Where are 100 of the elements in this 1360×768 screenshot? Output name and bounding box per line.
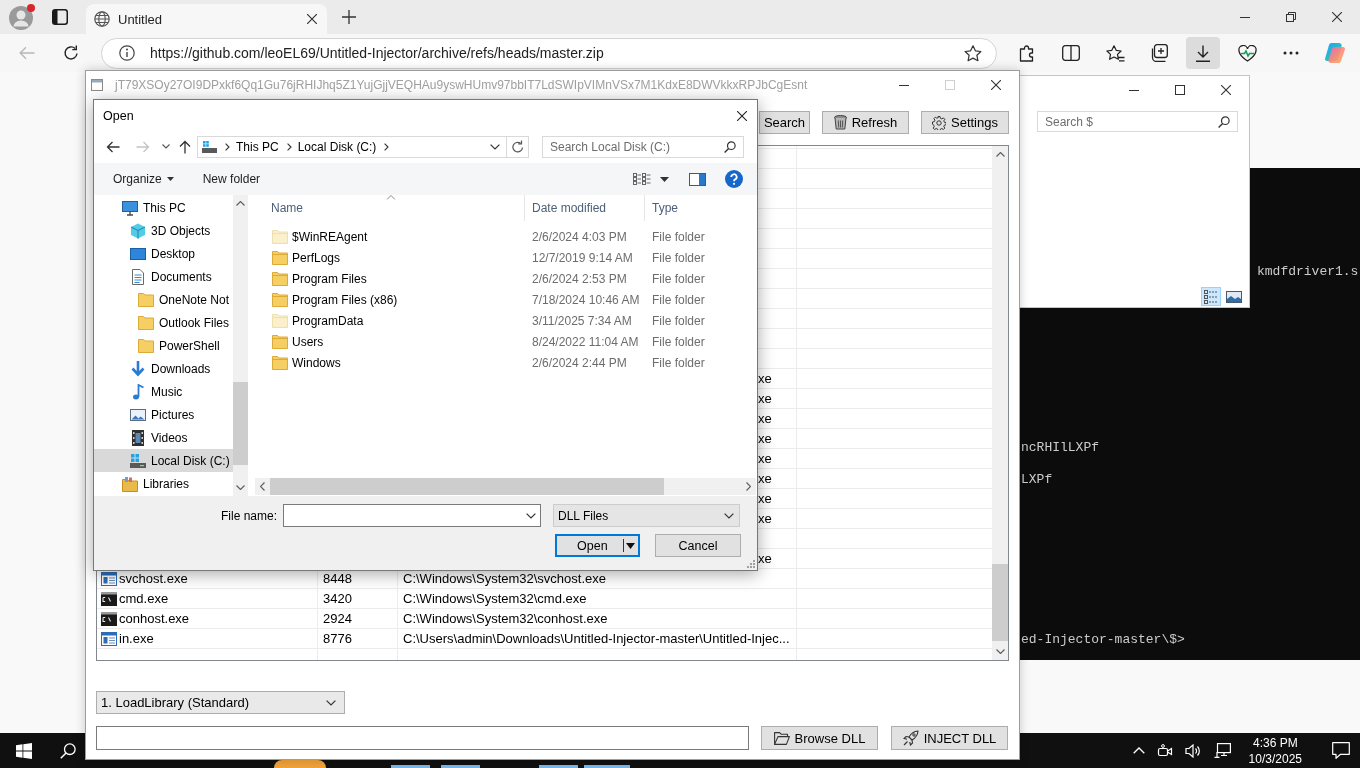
network-icon[interactable] (1213, 743, 1231, 758)
nav-item[interactable]: Pictures (94, 403, 233, 426)
maximize-icon[interactable] (1175, 85, 1185, 95)
info-icon[interactable] (119, 45, 135, 61)
library-icon (122, 475, 138, 492)
nav-item[interactable]: PowerShell (94, 334, 233, 357)
open-button[interactable]: Open (555, 534, 640, 557)
nav-item[interactable]: Desktop (94, 242, 233, 265)
help-icon[interactable] (725, 170, 743, 188)
file-name[interactable]: Program Files (x86) (292, 292, 398, 307)
speaker-icon[interactable] (1184, 743, 1202, 758)
file-name-field[interactable] (283, 504, 541, 527)
caret-up-icon[interactable] (995, 152, 1005, 157)
nav-item[interactable]: Local Disk (C:) (94, 449, 233, 472)
chevron-right-icon[interactable] (225, 142, 230, 151)
search-field[interactable]: Search $ (1037, 111, 1238, 132)
heart-pulse-icon (1237, 44, 1257, 62)
breadcrumb-item[interactable]: This PC (236, 139, 279, 154)
star-icon[interactable] (964, 44, 982, 62)
file-name[interactable]: $WinREAgent (292, 229, 368, 244)
dll-path-field[interactable] (96, 726, 749, 750)
chevron-down-icon[interactable] (162, 144, 170, 149)
minimize-icon[interactable] (1129, 89, 1139, 91)
chevron-up-icon[interactable] (1132, 747, 1145, 754)
details-view-button[interactable] (1201, 287, 1221, 306)
inject-dll-button[interactable]: INJECT DLL (891, 726, 1008, 750)
minimize-icon[interactable] (1240, 16, 1250, 18)
monitor-icon (122, 199, 138, 216)
close-icon[interactable] (737, 110, 747, 121)
column-header[interactable]: Name (258, 195, 525, 221)
close-icon[interactable] (1221, 85, 1231, 95)
caret-down-icon[interactable] (660, 176, 669, 182)
file-name[interactable]: Users (292, 334, 324, 349)
clock-time[interactable]: 4:36 PM (1252, 734, 1298, 751)
address-field[interactable]: This PC Local Disk (C:) (197, 135, 529, 158)
notification-icon[interactable] (1332, 742, 1350, 759)
method-dropdown[interactable]: 1. LoadLibrary (Standard) (96, 691, 345, 714)
preview-pane-icon[interactable] (689, 172, 706, 186)
search-field[interactable]: Search Local Disk (C:) (542, 135, 744, 158)
nav-item[interactable]: This PC (94, 196, 233, 219)
caret-down-icon[interactable] (626, 543, 635, 549)
restore-icon[interactable] (1286, 12, 1296, 22)
split-screen-icon (1062, 45, 1080, 61)
file-type-dropdown[interactable]: DLL Files (553, 504, 740, 527)
search-button[interactable]: Search (759, 111, 810, 134)
settings-button[interactable]: Settings (921, 111, 1009, 134)
scrollbar-thumb[interactable] (992, 564, 1008, 641)
minimize-icon[interactable] (899, 84, 909, 86)
chevron-down-icon[interactable] (490, 143, 500, 150)
close-icon[interactable] (1332, 12, 1342, 22)
date-modified: 2/6/2024 2:44 PM (532, 355, 627, 370)
nav-item[interactable]: 3D Objects (94, 219, 233, 242)
close-icon[interactable] (307, 14, 317, 24)
caret-left-icon[interactable] (260, 482, 265, 491)
view-options-icon[interactable] (633, 173, 651, 185)
file-name[interactable]: PerfLogs (292, 250, 341, 265)
taskbar-app-icon[interactable] (274, 760, 326, 768)
back-arrow-icon[interactable] (106, 140, 120, 153)
tab-actions-icon[interactable] (52, 9, 68, 25)
nav-item[interactable]: Downloads (94, 357, 233, 380)
nav-item[interactable]: OneNote Not (94, 288, 233, 311)
process-path: C:\Windows\System32\cmd.exe (403, 591, 587, 606)
refresh-icon[interactable] (511, 140, 524, 153)
caret-up-icon[interactable] (236, 201, 245, 206)
plus-icon[interactable] (342, 10, 356, 24)
nav-item[interactable]: Videos (94, 426, 233, 449)
clock-date[interactable]: 10/3/2025 (1248, 750, 1302, 767)
file-name[interactable]: Program Files (292, 271, 367, 286)
new-folder-button[interactable]: New folder (200, 168, 263, 190)
address-bar[interactable]: https://github.com/leoEL69/Untitled-Injector/archive/refs/heads/master.zip (101, 37, 997, 69)
organize-menu[interactable]: Organize (111, 168, 176, 190)
scrollbar-thumb[interactable] (233, 382, 248, 465)
browse-dll-button[interactable]: Browse DLL (761, 726, 878, 750)
scrollbar-thumb[interactable] (270, 478, 664, 495)
browser-tab[interactable]: Untitled (86, 4, 327, 34)
breadcrumb-item[interactable]: Local Disk (C:) (297, 139, 377, 154)
nav-item[interactable]: Libraries (94, 472, 233, 495)
downloads-button[interactable] (1186, 37, 1220, 69)
column-header[interactable]: Date modified (525, 195, 645, 221)
nav-item[interactable]: Documents (94, 265, 233, 288)
chevron-down-icon[interactable] (526, 512, 536, 519)
search-icon[interactable] (60, 742, 76, 759)
column-header[interactable]: Type (645, 195, 755, 221)
nav-item[interactable]: Outlook Files (94, 311, 233, 334)
avatar-icon[interactable] (8, 3, 36, 31)
nav-item[interactable]: Music (94, 380, 233, 403)
camera-icon[interactable] (1156, 743, 1173, 758)
refresh-button[interactable]: Refresh (822, 111, 909, 134)
favorites-icon (1105, 44, 1125, 62)
file-name[interactable]: ProgramData (292, 313, 364, 328)
file-name[interactable]: Windows (292, 355, 341, 370)
refresh-icon[interactable] (63, 45, 79, 61)
up-arrow-icon[interactable] (179, 139, 191, 154)
chevron-right-icon[interactable] (384, 142, 390, 151)
cancel-button[interactable]: Cancel (655, 534, 741, 557)
chevron-right-icon[interactable] (286, 142, 292, 151)
resize-grip-icon[interactable] (747, 560, 755, 568)
windows-logo-icon[interactable] (16, 742, 32, 759)
close-icon[interactable] (991, 80, 1001, 90)
caret-right-icon[interactable] (746, 482, 751, 491)
